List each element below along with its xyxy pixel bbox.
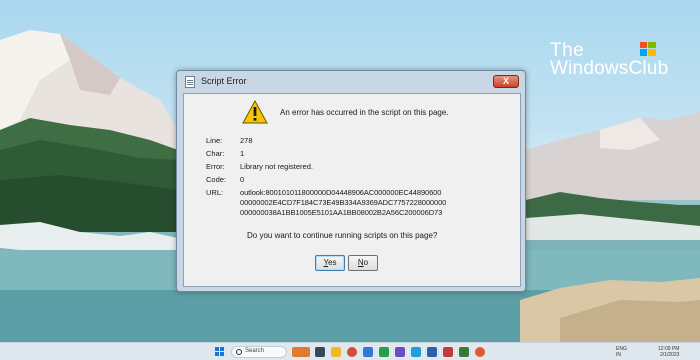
- continue-question: Do you want to continue running scripts …: [247, 231, 438, 240]
- taskbar: Search ENG IN 12:09 PM 2/1/2023: [0, 342, 700, 360]
- xbox-icon[interactable]: [379, 347, 389, 357]
- windows-logo-icon: [640, 42, 656, 56]
- app-icon[interactable]: [475, 347, 485, 357]
- dialog-body: An error has occurred in the script on t…: [183, 93, 521, 287]
- close-button[interactable]: X: [493, 75, 519, 88]
- clock-date: 2/1/2023: [659, 352, 680, 358]
- no-label-rest: o: [363, 258, 369, 267]
- yes-button[interactable]: Yes: [315, 255, 345, 271]
- url-value-line: outlook:800101011800000D04448906AC000000…: [240, 188, 442, 197]
- watermark-logo: The WindowsClub: [550, 40, 670, 80]
- error-label: Error:: [206, 162, 225, 171]
- app-icon[interactable]: [443, 347, 453, 357]
- widgets-icon[interactable]: [292, 347, 310, 357]
- error-message: An error has occurred in the script on t…: [280, 108, 449, 117]
- chrome-icon[interactable]: [347, 347, 357, 357]
- file-explorer-icon[interactable]: [331, 347, 341, 357]
- taskbar-search[interactable]: Search: [231, 346, 287, 358]
- title-bar[interactable]: Script Error X: [177, 71, 525, 93]
- language-indicator[interactable]: ENG IN: [616, 346, 627, 358]
- line-value: 278: [240, 136, 253, 145]
- code-value: 0: [240, 175, 245, 184]
- start-button[interactable]: [215, 347, 225, 357]
- url-value-line: 00000002E4CD7F184C73E49B334A9369ADC77572…: [240, 198, 447, 207]
- watermark-line2: WindowsClub: [550, 58, 669, 79]
- char-value: 1: [240, 149, 245, 158]
- yes-label-rest: es: [328, 258, 337, 267]
- char-label: Char:: [206, 149, 225, 158]
- line-label: Line:: [206, 136, 223, 145]
- document-icon: [185, 76, 195, 88]
- taskbar-clock[interactable]: 12:09 PM 2/1/2023: [658, 346, 679, 358]
- search-placeholder: Search: [245, 348, 265, 354]
- url-label: URL:: [206, 188, 224, 197]
- mail-icon[interactable]: [363, 347, 373, 357]
- app-icon[interactable]: [459, 347, 469, 357]
- tray-region: IN: [616, 352, 621, 358]
- dialog-title: Script Error: [201, 76, 247, 86]
- error-value: Library not registered.: [240, 162, 313, 171]
- store-icon[interactable]: [395, 347, 405, 357]
- task-view-icon[interactable]: [315, 347, 325, 357]
- code-label: Code:: [206, 175, 227, 184]
- script-error-dialog: Script Error X An error has occurred in …: [176, 70, 526, 292]
- search-icon: [236, 349, 242, 355]
- app-icon[interactable]: [427, 347, 437, 357]
- url-value-line: 000000038A1BB1005E5101AA1BB08002B2A56C20…: [240, 208, 443, 217]
- warning-icon: [242, 100, 268, 124]
- no-button[interactable]: No: [348, 255, 378, 271]
- edge-icon[interactable]: [411, 347, 421, 357]
